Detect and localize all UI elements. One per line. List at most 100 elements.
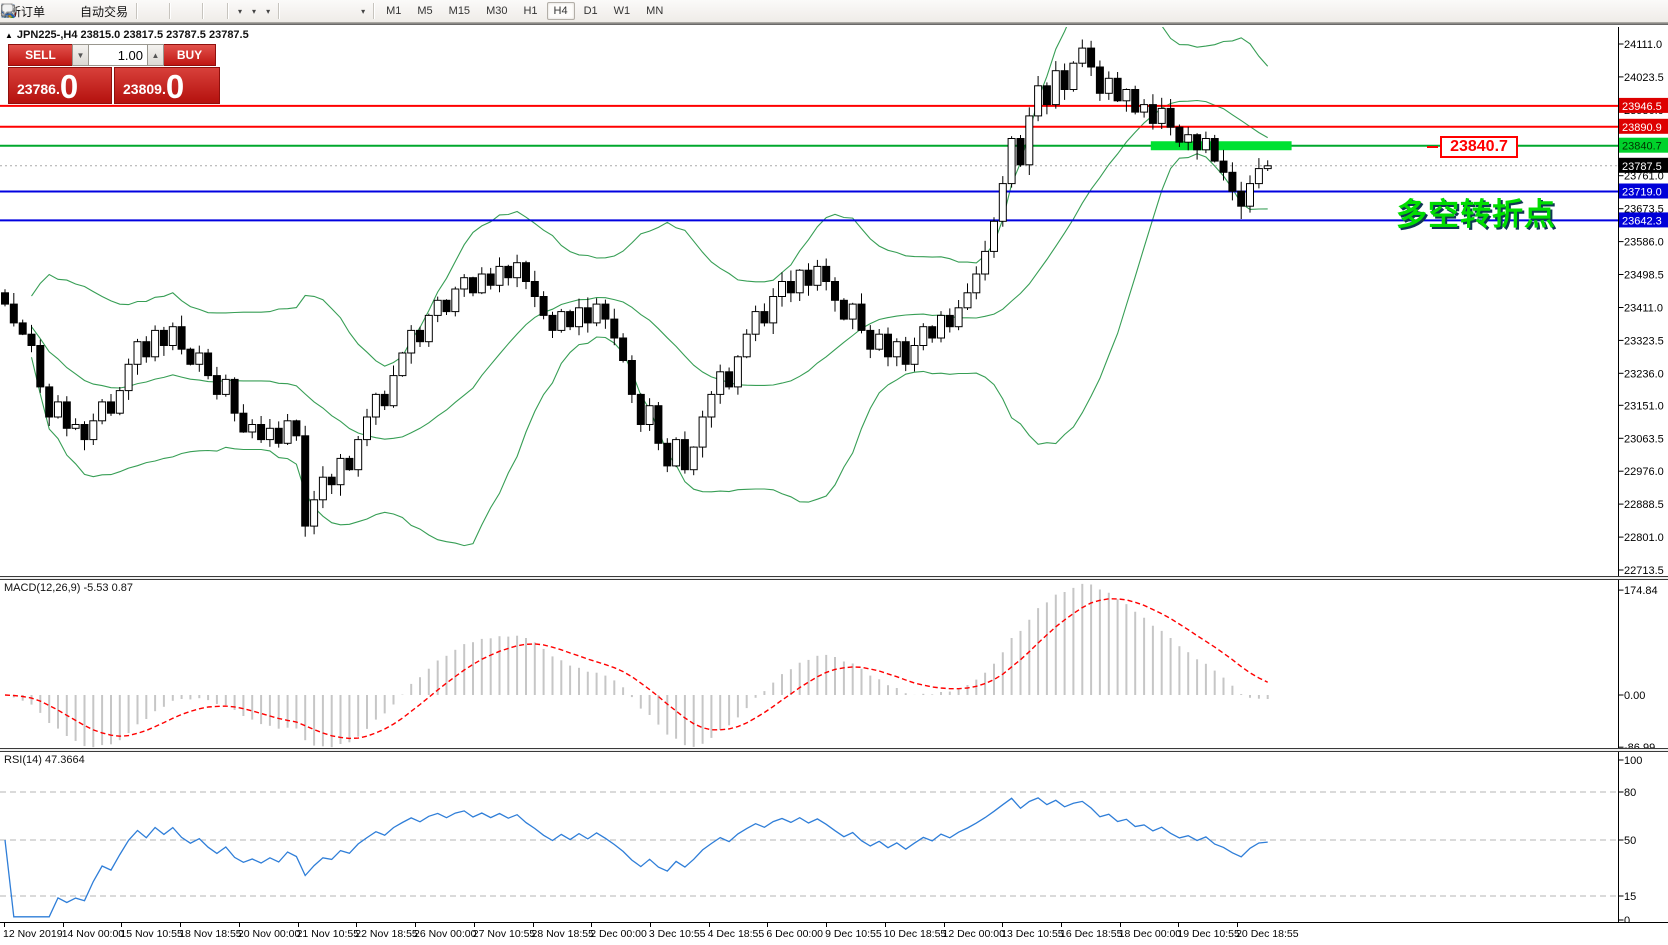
candlestick-chart-button[interactable] bbox=[149, 0, 157, 22]
toolbar-separator bbox=[373, 3, 374, 19]
signal-button[interactable] bbox=[65, 0, 73, 22]
chart-annotation-text[interactable]: 多空转折点 bbox=[1396, 189, 1556, 234]
toolbar-separator bbox=[136, 3, 137, 19]
y-axis-tick-label: 22713.5 bbox=[1624, 565, 1664, 576]
cursor-tool-button[interactable] bbox=[283, 0, 291, 22]
rsi-indicator-label: RSI(14) 47.3664 bbox=[4, 754, 85, 766]
macd-indicator-label: MACD(12,26,9) -5.53 0.87 bbox=[4, 582, 133, 594]
volume-decrease-button[interactable]: ▼ bbox=[72, 44, 89, 66]
y-axis-tick-label: 23236.0 bbox=[1624, 368, 1664, 380]
buy-price-frac: 0 bbox=[166, 72, 184, 102]
one-click-trading-widget: SELL ▼ ▲ BUY 23786 . 0 23809 . 0 bbox=[8, 44, 220, 104]
auto-trading-button[interactable]: 自动交易 bbox=[73, 0, 132, 22]
tf-m5-button[interactable]: M5 bbox=[410, 2, 439, 20]
label-tool-button[interactable]: T bbox=[347, 0, 355, 22]
chart-title: ▲ JPN225-,H4 23815.0 23817.5 23787.5 2378… bbox=[5, 29, 249, 41]
y-axis-tick-label: 23323.5 bbox=[1624, 335, 1664, 347]
sell-price-panel[interactable]: 23786 . 0 bbox=[8, 67, 112, 104]
mt4-window: 新订单 自动交易 bbox=[0, 0, 1668, 945]
x-axis-tick bbox=[944, 923, 945, 927]
sell-price-int: 23786 bbox=[17, 76, 56, 102]
metaeditor-button[interactable] bbox=[49, 0, 57, 22]
x-axis-tick bbox=[1061, 923, 1062, 927]
tf-h4-button[interactable]: H4 bbox=[547, 2, 575, 20]
bar-chart-button[interactable] bbox=[141, 0, 149, 22]
rsi-panel-canvas[interactable]: 100 80 50 15 0 bbox=[0, 752, 1668, 922]
x-axis-tick bbox=[650, 923, 651, 927]
channel-tool-button[interactable]: E bbox=[323, 0, 331, 22]
vertical-line-tool-button[interactable] bbox=[299, 0, 307, 22]
window-border bbox=[0, 22, 1668, 25]
x-axis-tick bbox=[1237, 923, 1238, 927]
x-axis-tick bbox=[767, 923, 768, 927]
tf-d1-button[interactable]: D1 bbox=[577, 2, 605, 20]
x-axis-tick bbox=[298, 923, 299, 927]
main-chart-canvas[interactable]: 24111.0 24023.5 23936.0 23848.5 23761.0 … bbox=[0, 27, 1668, 576]
y-axis-tick-label: 100 bbox=[1624, 755, 1642, 767]
template-button[interactable]: ▾ bbox=[260, 0, 274, 22]
volume-increase-button[interactable]: ▲ bbox=[147, 44, 164, 66]
x-axis-tick bbox=[121, 923, 122, 927]
zoom-in-button[interactable] bbox=[174, 0, 182, 22]
new-chart-button[interactable]: ▾ bbox=[232, 0, 246, 22]
buy-price-panel[interactable]: 23809 . 0 bbox=[114, 67, 220, 104]
tf-m15-button[interactable]: M15 bbox=[442, 2, 477, 20]
fibonacci-tool-button[interactable]: F bbox=[331, 0, 339, 22]
y-axis-tick-label: 23586.0 bbox=[1624, 237, 1664, 249]
y-axis-tick-label: 23498.5 bbox=[1624, 270, 1664, 282]
horizontal-line-tool-button[interactable] bbox=[307, 0, 315, 22]
x-axis-label: 21 Nov 10:55 bbox=[297, 928, 359, 940]
crosshair-tool-button[interactable] bbox=[291, 0, 299, 22]
toolbar-separator bbox=[227, 3, 228, 19]
auto-scroll-button[interactable] bbox=[207, 0, 215, 22]
x-axis-tick bbox=[885, 923, 886, 927]
x-axis-label: 16 Dec 18:55 bbox=[1060, 928, 1122, 940]
chart-shift-button[interactable] bbox=[215, 0, 223, 22]
x-axis-tick bbox=[1178, 923, 1179, 927]
x-axis-label: 15 Nov 10:55 bbox=[120, 928, 182, 940]
volume-input[interactable] bbox=[89, 44, 147, 66]
y-axis-tick-label: 174.84 bbox=[1624, 585, 1658, 597]
x-axis-tick bbox=[180, 923, 181, 927]
dropdown-caret-icon: ▾ bbox=[266, 7, 270, 16]
y-axis-tick-label: 24111.0 bbox=[1624, 39, 1662, 51]
y-axis-tick-label: 0.00 bbox=[1624, 690, 1645, 702]
tf-w1-button[interactable]: W1 bbox=[607, 2, 638, 20]
tile-windows-button[interactable] bbox=[190, 0, 198, 22]
x-axis-label: 28 Nov 18:55 bbox=[532, 928, 594, 940]
line-chart-button[interactable] bbox=[157, 0, 165, 22]
x-axis-label: 20 Nov 00:00 bbox=[238, 928, 300, 940]
x-axis-label: 20 Dec 18:55 bbox=[1236, 928, 1298, 940]
zoom-out-button[interactable] bbox=[182, 0, 190, 22]
buy-price-int: 23809 bbox=[123, 76, 162, 102]
macd-panel-canvas[interactable]: 174.84 0.00 -86.99 bbox=[0, 580, 1668, 748]
x-axis-label: 10 Dec 18:55 bbox=[884, 928, 946, 940]
y-axis-tick-label: 24023.5 bbox=[1624, 72, 1664, 84]
tf-h1-button[interactable]: H1 bbox=[516, 2, 544, 20]
tf-m1-button[interactable]: M1 bbox=[379, 2, 408, 20]
chat-button[interactable] bbox=[1652, 0, 1660, 22]
x-axis-label: 4 Dec 18:55 bbox=[708, 928, 765, 940]
price-tag-connector bbox=[1427, 146, 1438, 148]
x-axis-label: 18 Dec 00:00 bbox=[1119, 928, 1181, 940]
x-axis-tick bbox=[826, 923, 827, 927]
price-tag-label[interactable]: 23840.7 bbox=[1440, 136, 1518, 158]
symbol-ohlc-text: JPN225-,H4 23815.0 23817.5 23787.5 23787… bbox=[17, 29, 249, 41]
tf-m30-button[interactable]: M30 bbox=[479, 2, 514, 20]
toolbar-separator bbox=[278, 3, 279, 19]
collapse-arrow-icon[interactable]: ▲ bbox=[5, 31, 13, 40]
x-axis-label: 18 Nov 18:55 bbox=[179, 928, 241, 940]
search-button[interactable] bbox=[1644, 0, 1652, 22]
sell-button[interactable]: SELL bbox=[8, 44, 72, 66]
tf-mn-button[interactable]: MN bbox=[639, 2, 670, 20]
x-axis-label: 22 Nov 18:55 bbox=[355, 928, 417, 940]
period-button[interactable]: ▾ bbox=[246, 0, 260, 22]
arrows-tool-button[interactable]: ▾ bbox=[355, 0, 369, 22]
y-axis-tick-label: 23151.0 bbox=[1624, 400, 1664, 412]
buy-button[interactable]: BUY bbox=[164, 44, 216, 66]
x-axis-date-bar: 12 Nov 201914 Nov 00:0015 Nov 10:5518 No… bbox=[0, 922, 1668, 945]
trendline-tool-button[interactable] bbox=[315, 0, 323, 22]
terminal-button[interactable] bbox=[57, 0, 65, 22]
price-badge-label: 23840.7 bbox=[1622, 141, 1662, 153]
text-tool-button[interactable]: A bbox=[339, 0, 347, 22]
